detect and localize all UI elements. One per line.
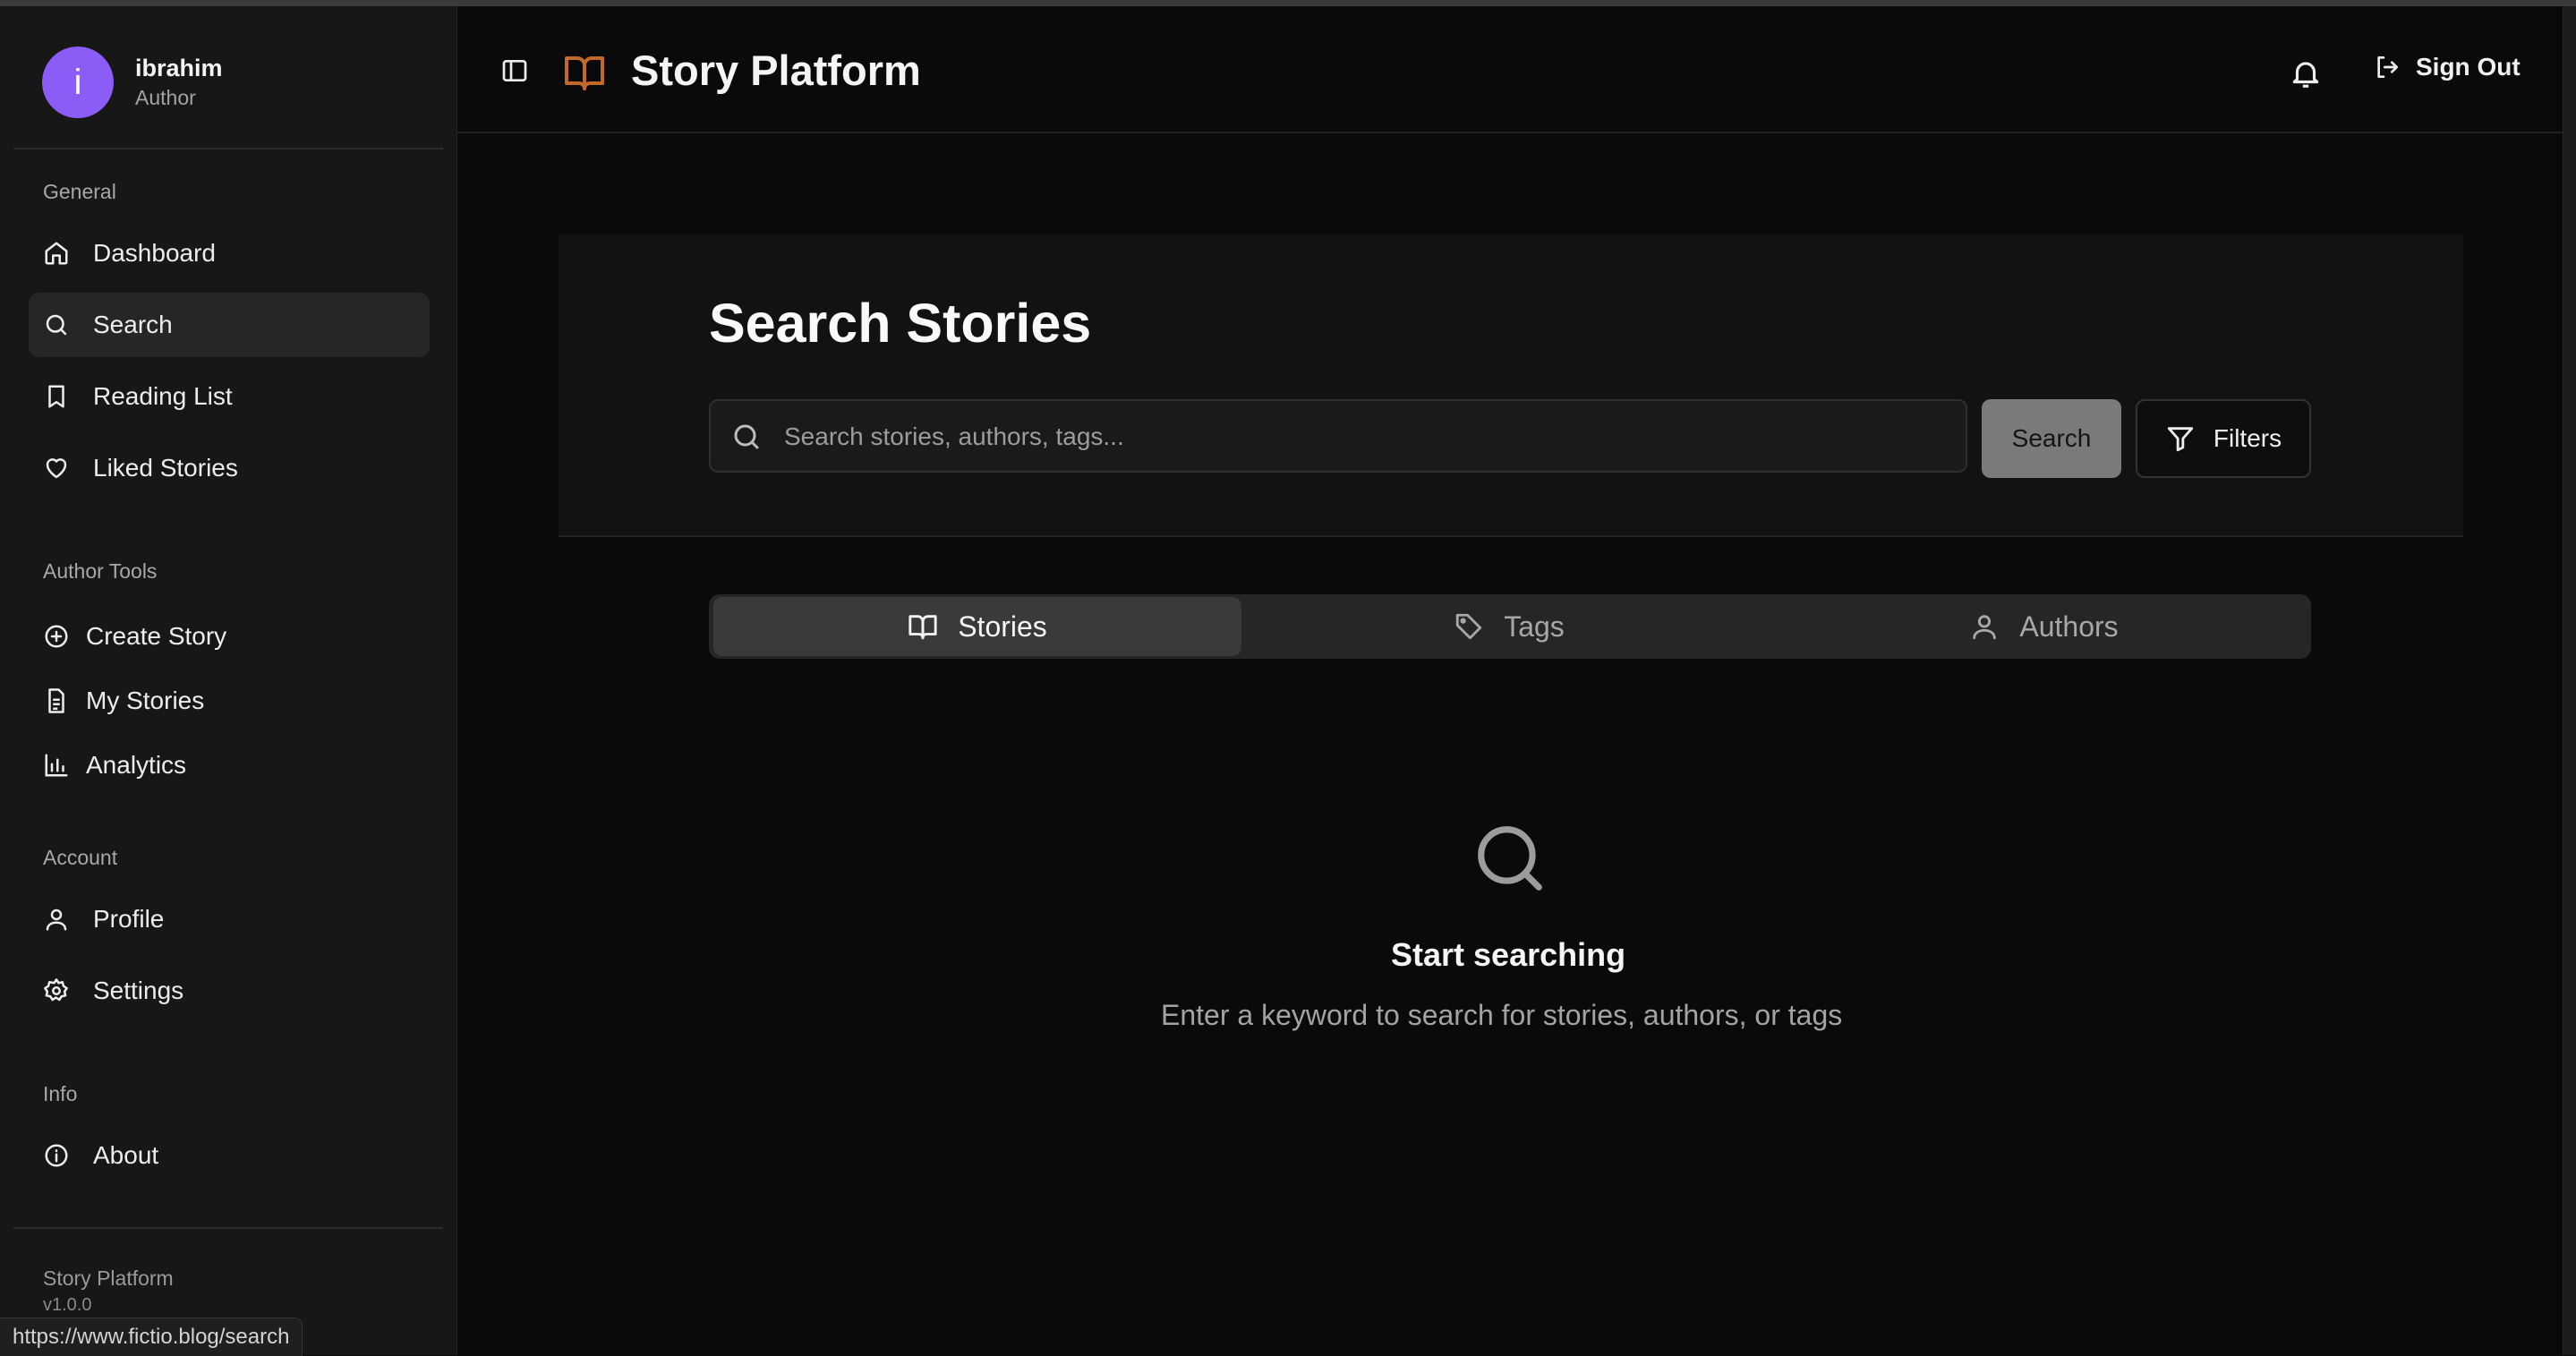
tab-stories[interactable]: Stories [713, 597, 1241, 656]
page-scrollbar[interactable] [2563, 6, 2576, 1355]
search-button[interactable]: Search [1982, 399, 2121, 478]
tab-tags[interactable]: Tags [1241, 594, 1777, 659]
user-name: ibrahim [135, 55, 223, 81]
sidebar-item-liked-stories[interactable]: Liked Stories [29, 436, 430, 500]
user-icon [43, 906, 70, 933]
page-title: Search Stories [709, 293, 1092, 354]
sidebar-item-label: My Stories [86, 687, 205, 714]
sidebar-item-profile[interactable]: Profile [29, 887, 430, 951]
tab-label: Stories [958, 610, 1047, 643]
footer-version: v1.0.0 [43, 1295, 92, 1315]
sign-out-button[interactable]: Sign Out [2373, 53, 2521, 81]
search-tabs: Stories Tags Authors [709, 594, 2311, 659]
tab-label: Authors [2019, 610, 2119, 643]
sidebar-item-label: Dashboard [93, 239, 216, 267]
sidebar-divider [13, 148, 443, 149]
avatar: i [42, 47, 114, 118]
search-icon [43, 311, 70, 338]
sidebar-item-label: Reading List [93, 382, 233, 410]
section-label-account: Account [43, 846, 118, 869]
sidebar-item-settings[interactable]: Settings [29, 959, 430, 1023]
bar-chart-icon [43, 752, 70, 779]
app-title: Story Platform [631, 47, 921, 94]
search-card: Search Stories Search Filters [559, 235, 2463, 537]
section-label-general: General [43, 180, 116, 203]
sidebar-item-label: Profile [93, 905, 165, 933]
sidebar-item-search[interactable]: Search [29, 293, 430, 357]
filter-icon [2167, 427, 2194, 452]
sidebar-item-label: About [93, 1141, 159, 1169]
sidebar-item-label: Search [93, 311, 173, 338]
sidebar-item-about[interactable]: About [29, 1123, 430, 1188]
sidebar-item-label: Settings [93, 976, 184, 1004]
tab-label: Tags [1504, 610, 1565, 643]
sidebar-item-reading-list[interactable]: Reading List [29, 364, 430, 429]
filters-button[interactable]: Filters [2136, 399, 2311, 478]
book-open-icon [563, 51, 606, 94]
sidebar-toggle-icon[interactable] [500, 56, 529, 85]
user-role: Author [135, 86, 196, 109]
search-icon [734, 424, 759, 449]
sidebar-item-dashboard[interactable]: Dashboard [29, 221, 430, 286]
bell-icon[interactable] [2289, 56, 2323, 90]
search-input[interactable] [782, 401, 1949, 473]
gear-icon [43, 977, 70, 1004]
sidebar-item-label: Analytics [86, 751, 187, 779]
bookmark-icon [43, 383, 70, 410]
info-icon [43, 1142, 70, 1169]
sidebar-item-my-stories[interactable]: My Stories [29, 669, 430, 733]
user-icon [1973, 615, 1997, 640]
empty-state-title: Start searching [1391, 936, 1626, 973]
sidebar-item-label: Liked Stories [93, 454, 238, 482]
heart-icon [43, 455, 70, 482]
document-icon [43, 687, 70, 714]
window-top-border [0, 0, 2576, 6]
book-open-icon [908, 615, 937, 640]
home-icon [43, 240, 70, 267]
empty-state-subtitle: Enter a keyword to search for stories, a… [1161, 999, 1843, 1031]
sign-out-label: Sign Out [2416, 53, 2521, 81]
search-field[interactable] [709, 399, 1967, 473]
search-icon [1471, 820, 1548, 897]
sidebar-item-analytics[interactable]: Analytics [29, 733, 430, 797]
sidebar-item-label: Create Story [86, 622, 227, 650]
sidebar: i ibrahim Author General Dashboard Searc… [0, 6, 457, 1355]
user-profile[interactable]: i ibrahim Author [42, 47, 223, 118]
log-out-icon [2377, 55, 2398, 78]
footer-app-name: Story Platform [43, 1266, 174, 1290]
sidebar-divider [13, 1227, 443, 1229]
plus-circle-icon [43, 623, 70, 650]
sidebar-item-create-story[interactable]: Create Story [29, 604, 430, 669]
filters-label: Filters [2213, 424, 2282, 452]
section-label-info: Info [43, 1082, 78, 1105]
status-url-bar: https://www.fictio.blog/search [0, 1318, 303, 1356]
section-label-author-tools: Author Tools [43, 559, 158, 583]
tab-authors[interactable]: Authors [1777, 594, 2311, 659]
top-header: Story Platform Sign Out [457, 6, 2563, 133]
tag-icon [1456, 613, 1482, 640]
